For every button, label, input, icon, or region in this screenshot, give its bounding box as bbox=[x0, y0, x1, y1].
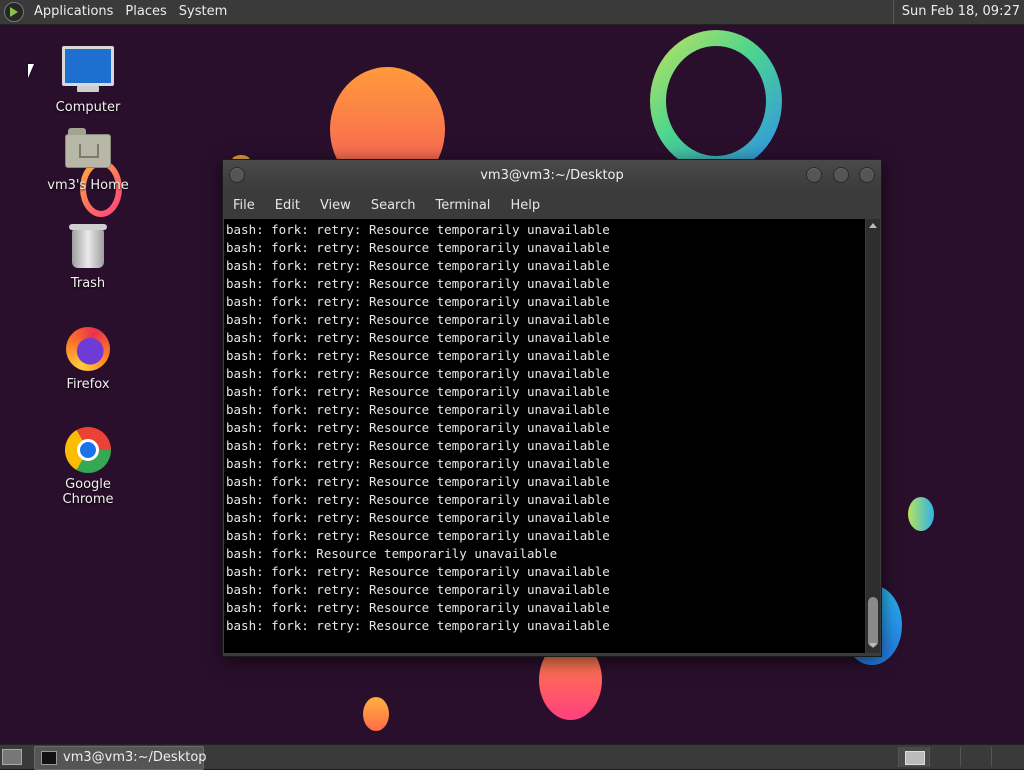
terminal-line: bash: fork: retry: Resource temporarily … bbox=[226, 600, 610, 615]
menu-terminal[interactable]: Terminal bbox=[425, 192, 500, 219]
terminal-line: bash: fork: Resource temporarily unavail… bbox=[226, 546, 558, 561]
terminal-lines: bash: fork: retry: Resource temporarily … bbox=[224, 219, 865, 637]
scrollbar-thumb[interactable] bbox=[868, 597, 878, 647]
terminal-line: bash: fork: retry: Resource temporarily … bbox=[226, 258, 610, 273]
terminal-line: bash: fork: retry: Resource temporarily … bbox=[226, 528, 610, 543]
terminal-line: bash: fork: retry: Resource temporarily … bbox=[226, 384, 610, 399]
top-menu: Applications Places System bbox=[4, 0, 233, 24]
menu-file[interactable]: File bbox=[223, 192, 265, 219]
terminal-scrollbar[interactable] bbox=[866, 219, 880, 653]
computer-icon bbox=[62, 46, 114, 92]
top-panel: Applications Places System Sun Feb 18, 0… bbox=[0, 0, 1024, 25]
desktop-icon-label: Trash bbox=[70, 276, 106, 291]
close-button[interactable] bbox=[859, 167, 875, 183]
desktop-icon-label: Google Chrome bbox=[62, 477, 114, 507]
desktop-icon-firefox[interactable]: Firefox bbox=[38, 327, 138, 392]
terminal-line: bash: fork: retry: Resource temporarily … bbox=[226, 402, 610, 417]
taskbar-label: vm3@vm3:~/Desktop bbox=[63, 750, 207, 765]
taskbar-terminal-button[interactable]: vm3@vm3:~/Desktop bbox=[34, 746, 207, 770]
trash-icon bbox=[69, 224, 107, 268]
workspace-4[interactable] bbox=[991, 747, 1022, 767]
terminal-line: bash: fork: retry: Resource temporarily … bbox=[226, 366, 610, 381]
minimize-button[interactable] bbox=[806, 167, 822, 183]
wallpaper-lime-blob bbox=[908, 497, 934, 531]
menu-search[interactable]: Search bbox=[361, 192, 426, 219]
terminal-line: bash: fork: retry: Resource temporarily … bbox=[226, 312, 610, 327]
terminal-line: bash: fork: retry: Resource temporarily … bbox=[226, 438, 610, 453]
menu-help[interactable]: Help bbox=[500, 192, 550, 219]
terminal-line: bash: fork: retry: Resource temporarily … bbox=[226, 240, 610, 255]
distro-logo-icon[interactable] bbox=[4, 2, 24, 22]
bottom-panel: vm3@vm3:~/Desktop bbox=[0, 744, 1024, 770]
terminal-line: bash: fork: retry: Resource temporarily … bbox=[226, 330, 610, 345]
clock[interactable]: Sun Feb 18, 09:27 bbox=[892, 0, 1024, 24]
maximize-button[interactable] bbox=[833, 167, 849, 183]
terminal-line: bash: fork: retry: Resource temporarily … bbox=[226, 564, 610, 579]
desktop-icon-chrome[interactable]: Google Chrome bbox=[38, 427, 138, 507]
terminal-line: bash: fork: retry: Resource temporarily … bbox=[226, 420, 610, 435]
desktop-icon-label: Firefox bbox=[66, 377, 110, 392]
desktop-icon-trash[interactable]: Trash bbox=[38, 224, 138, 291]
menu-places[interactable]: Places bbox=[119, 0, 172, 24]
terminal-output[interactable]: bash: fork: retry: Resource temporarily … bbox=[224, 219, 865, 653]
menu-edit[interactable]: Edit bbox=[265, 192, 310, 219]
terminal-line: bash: fork: retry: Resource temporarily … bbox=[226, 294, 610, 309]
mouse-pointer-icon bbox=[28, 64, 34, 78]
window-menubar: File Edit View Search Terminal Help bbox=[223, 192, 881, 219]
chrome-icon bbox=[65, 427, 111, 473]
terminal-line: bash: fork: retry: Resource temporarily … bbox=[226, 510, 610, 525]
menu-view[interactable]: View bbox=[310, 192, 361, 219]
terminal-line: bash: fork: retry: Resource temporarily … bbox=[226, 348, 610, 363]
desktop-icon-label: vm3's Home bbox=[47, 178, 129, 193]
workspace-2[interactable] bbox=[929, 747, 960, 767]
terminal-line: bash: fork: retry: Resource temporarily … bbox=[226, 618, 610, 633]
terminal-line: bash: fork: retry: Resource temporarily … bbox=[226, 222, 610, 237]
terminal-line: bash: fork: retry: Resource temporarily … bbox=[226, 582, 610, 597]
firefox-icon bbox=[66, 327, 110, 371]
wallpaper-orange-small-blob bbox=[363, 697, 389, 731]
desktop-icon-home[interactable]: vm3's Home bbox=[38, 128, 138, 193]
terminal-line: bash: fork: retry: Resource temporarily … bbox=[226, 492, 610, 507]
scroll-down-arrow-icon[interactable] bbox=[869, 643, 877, 648]
window-title: vm3@vm3:~/Desktop bbox=[480, 168, 624, 183]
workspace-3[interactable] bbox=[960, 747, 991, 767]
menu-applications[interactable]: Applications bbox=[28, 0, 119, 24]
terminal-line: bash: fork: retry: Resource temporarily … bbox=[226, 456, 610, 471]
workspace-1[interactable] bbox=[898, 747, 929, 767]
menu-system[interactable]: System bbox=[173, 0, 233, 24]
desktop-icon-computer[interactable]: Computer bbox=[38, 46, 138, 115]
show-desktop-icon[interactable] bbox=[2, 749, 22, 765]
terminal-icon bbox=[41, 751, 57, 765]
terminal-line: bash: fork: retry: Resource temporarily … bbox=[226, 276, 610, 291]
terminal-window: vm3@vm3:~/Desktop File Edit View Search … bbox=[222, 159, 882, 657]
home-folder-icon bbox=[65, 128, 111, 168]
terminal-line: bash: fork: retry: Resource temporarily … bbox=[226, 474, 610, 489]
scroll-up-arrow-icon[interactable] bbox=[869, 223, 877, 228]
wallpaper-green-ring bbox=[650, 30, 782, 172]
desktop-icon-label: Computer bbox=[55, 100, 121, 115]
window-titlebar[interactable]: vm3@vm3:~/Desktop bbox=[223, 160, 881, 192]
